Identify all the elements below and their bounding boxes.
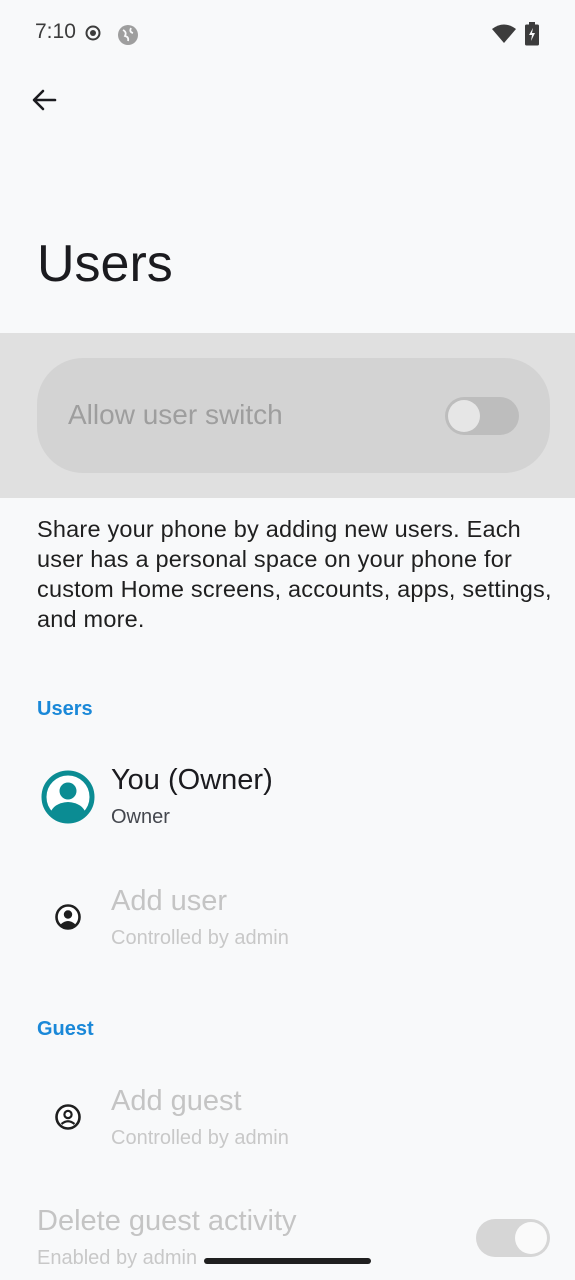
delete-guest-activity-title[interactable]: Delete guest activity xyxy=(37,1205,297,1238)
gesture-nav-handle[interactable] xyxy=(204,1258,371,1264)
allow-user-switch-label: Allow user switch xyxy=(68,399,283,430)
wifi-icon xyxy=(492,24,516,43)
record-icon xyxy=(85,25,101,41)
users-description: Share your phone by adding new users. Ea… xyxy=(37,516,552,632)
add-user-icon xyxy=(55,904,81,930)
add-guest-icon xyxy=(55,1104,81,1130)
add-user-subtitle: Controlled by admin xyxy=(111,927,289,949)
status-time: 7:10 xyxy=(35,20,76,43)
owner-title[interactable]: You (Owner) xyxy=(111,764,273,797)
arrow-back-icon xyxy=(32,89,57,111)
owner-avatar-icon[interactable] xyxy=(41,770,95,824)
add-guest-title[interactable]: Add guest xyxy=(111,1085,242,1118)
back-button[interactable] xyxy=(20,76,68,124)
delete-guest-activity-toggle[interactable] xyxy=(476,1219,550,1257)
section-header-users: Users xyxy=(37,698,93,720)
add-user-title[interactable]: Add user xyxy=(111,885,227,918)
page-title: Users xyxy=(37,235,173,293)
battery-charging-icon xyxy=(525,22,539,46)
add-guest-subtitle: Controlled by admin xyxy=(111,1127,289,1149)
delete-guest-activity-subtitle: Enabled by admin xyxy=(37,1247,198,1269)
owner-subtitle: Owner xyxy=(111,806,170,828)
toggle-knob xyxy=(448,400,480,432)
toggle-knob xyxy=(515,1222,547,1254)
globe-icon xyxy=(118,25,138,45)
section-header-guest: Guest xyxy=(37,1018,94,1040)
allow-user-switch-toggle[interactable] xyxy=(445,397,519,435)
